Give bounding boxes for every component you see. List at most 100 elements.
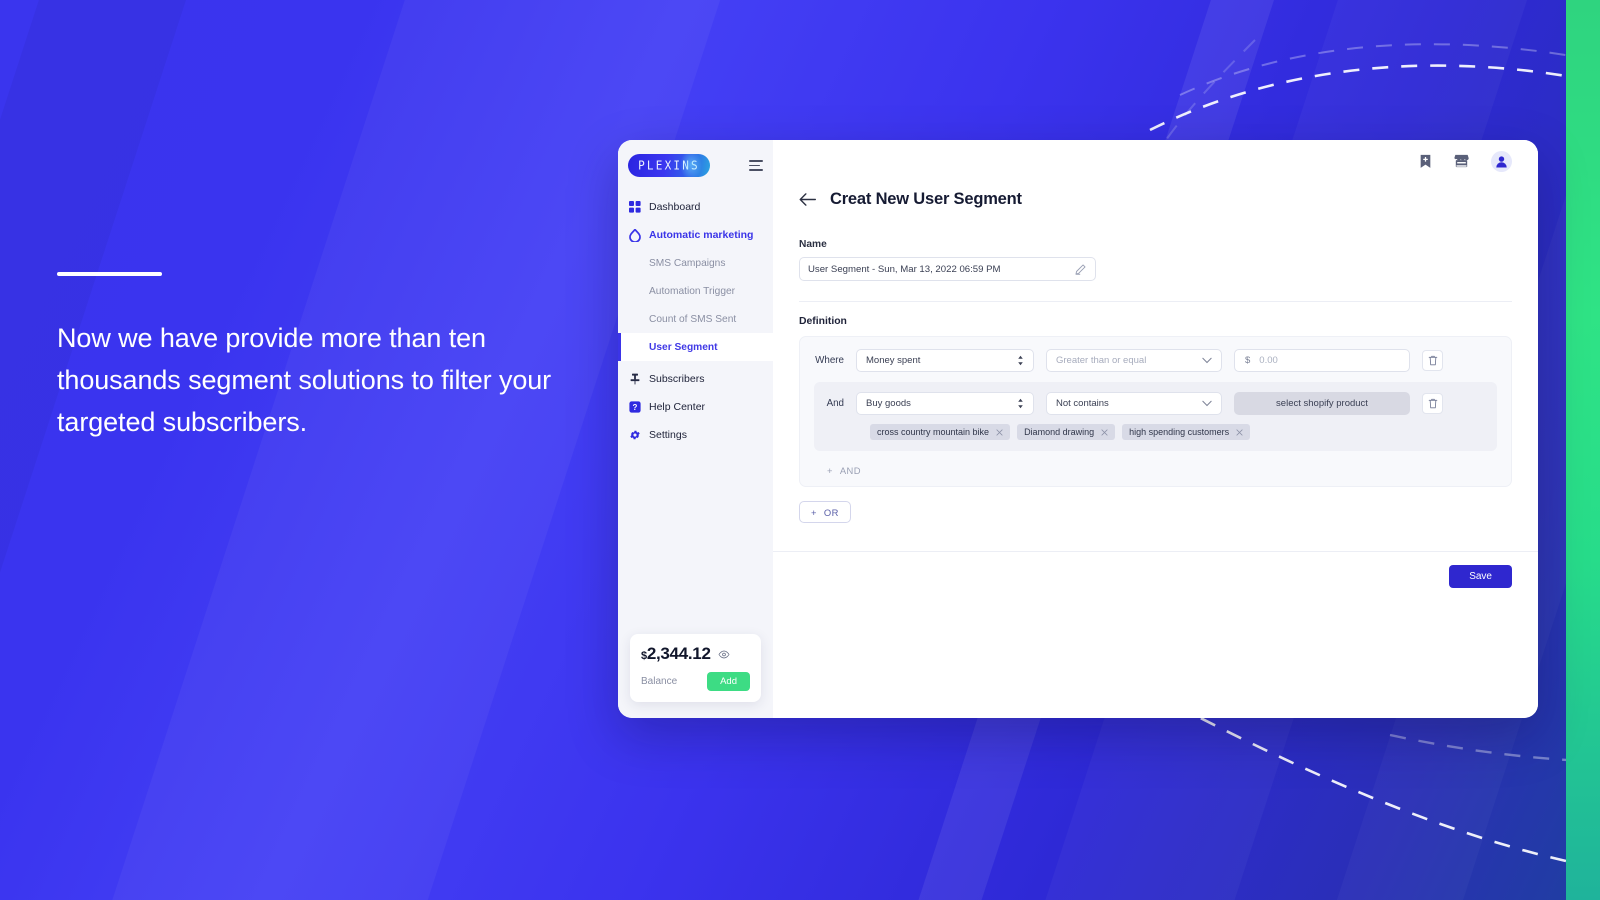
chevron-down-icon [1202, 357, 1212, 364]
sidebar-item-automatic-marketing[interactable]: Automatic marketing [618, 221, 773, 249]
bookmark-plus-icon[interactable] [1419, 154, 1432, 169]
tag-item[interactable]: Diamond drawing [1017, 424, 1116, 440]
copy-rule [57, 272, 162, 276]
selected-tags: cross country mountain bike Diamond draw… [814, 415, 1497, 440]
balance-label: Balance [641, 676, 678, 687]
operator-select-value: Greater than or equal [1056, 355, 1147, 366]
marketing-headline: Now we have provide more than ten thousa… [57, 323, 552, 437]
top-bar [773, 140, 1538, 182]
condition-row: And Buy goods Not contains select shopif… [814, 392, 1497, 415]
tag-item[interactable]: high spending customers [1122, 424, 1251, 440]
store-icon[interactable] [1454, 154, 1469, 168]
sidebar-nav: Dashboard Automatic marketing SMS Campai… [618, 193, 773, 449]
plexins-logo[interactable]: PLEXINS [628, 154, 710, 177]
balance-amount-row: $2,344.12 [641, 644, 750, 664]
sidebar-item-automation-trigger[interactable]: Automation Trigger [618, 277, 773, 305]
pin-icon [628, 373, 641, 386]
updown-caret-icon [1017, 355, 1024, 366]
page-header: Creat New User Segment [773, 182, 1538, 209]
field-select-value: Money spent [866, 355, 921, 366]
operator-select-value: Not contains [1056, 398, 1109, 409]
gear-icon [628, 429, 641, 442]
sidebar-item-subscribers[interactable]: Subscribers [618, 365, 773, 393]
sidebar-item-user-segment[interactable]: User Segment [618, 333, 773, 361]
app-window: PLEXINS Dashboard Automatic marketing SM… [618, 140, 1538, 718]
chevron-down-icon [1202, 400, 1212, 407]
marketing-copy: Now we have provide more than ten thousa… [57, 272, 617, 444]
definition-section: Definition Where Money spent Greater tha… [773, 302, 1538, 523]
balance-card: $2,344.12 Balance Add [630, 634, 761, 702]
field-select[interactable]: Money spent [856, 349, 1034, 372]
balance-value: 2,344.12 [646, 644, 711, 663]
condition-connector: And [826, 398, 844, 409]
sidebar-item-label: User Segment [649, 341, 718, 353]
sidebar-item-label: SMS Campaigns [649, 257, 726, 269]
close-icon[interactable] [1101, 428, 1108, 436]
drop-icon [628, 228, 641, 242]
select-shopify-product-button[interactable]: select shopify product [1234, 392, 1410, 415]
trash-icon[interactable] [1422, 393, 1443, 414]
operator-select[interactable]: Not contains [1046, 392, 1222, 415]
hamburger-icon[interactable] [749, 160, 763, 171]
logo-text: PLEXINS [638, 158, 700, 173]
sidebar-item-label: Settings [649, 429, 687, 441]
pencil-icon[interactable] [1075, 263, 1087, 275]
add-and-condition-button[interactable]: + AND [814, 465, 1497, 476]
sidebar-item-label: Dashboard [649, 201, 701, 213]
condition-row: Where Money spent Greater than or equal [814, 349, 1497, 372]
trash-icon[interactable] [1422, 350, 1443, 371]
main-content: Creat New User Segment Name Definition [773, 140, 1538, 718]
question-icon: ? [628, 401, 641, 414]
condition-connector: Where [815, 355, 844, 366]
eye-icon[interactable] [718, 650, 730, 659]
sidebar-item-label: Automatic marketing [649, 229, 754, 241]
name-label: Name [799, 239, 827, 250]
field-select[interactable]: Buy goods [856, 392, 1034, 415]
condition-group: Where Money spent Greater than or equal [799, 336, 1512, 487]
sidebar-header: PLEXINS [618, 140, 773, 181]
green-accent-bar [1566, 0, 1600, 900]
plus-icon: + [811, 506, 817, 518]
sidebar-item-dashboard[interactable]: Dashboard [618, 193, 773, 221]
screenshot-root: Now we have provide more than ten thousa… [0, 0, 1600, 900]
sidebar-item-settings[interactable]: Settings [618, 421, 773, 449]
sidebar: PLEXINS Dashboard Automatic marketing SM… [618, 140, 773, 718]
grid-icon [628, 201, 641, 214]
balance-label-row: Balance Add [641, 672, 750, 691]
sidebar-item-sms-campaigns[interactable]: SMS Campaigns [618, 249, 773, 277]
add-and-label: AND [839, 465, 861, 476]
sidebar-item-label: Count of SMS Sent [649, 313, 737, 325]
field-select-value: Buy goods [866, 398, 911, 409]
add-balance-button[interactable]: Add [707, 672, 750, 691]
svg-text:?: ? [632, 403, 637, 412]
money-input[interactable]: $ 0.00 [1234, 349, 1410, 372]
tag-label: Diamond drawing [1024, 427, 1095, 437]
close-icon[interactable] [996, 428, 1003, 436]
segment-name-field[interactable] [808, 263, 1075, 275]
tag-item[interactable]: cross country mountain bike [870, 424, 1011, 440]
sidebar-item-label: Automation Trigger [649, 285, 736, 297]
plus-icon: + [827, 465, 833, 476]
balance-amount: $2,344.12 [641, 644, 711, 664]
sidebar-item-help-center[interactable]: ? Help Center [618, 393, 773, 421]
user-avatar-icon[interactable] [1491, 150, 1512, 172]
name-section: Name [773, 209, 1538, 281]
money-value: 0.00 [1259, 355, 1278, 366]
definition-label: Definition [799, 316, 847, 327]
balance-section: $2,344.12 Balance Add [618, 624, 773, 718]
sidebar-item-label: Help Center [649, 401, 706, 413]
tag-label: cross country mountain bike [877, 427, 990, 437]
sidebar-item-label: Subscribers [649, 373, 705, 385]
add-or-label: OR [823, 506, 839, 518]
segment-name-input[interactable] [799, 257, 1096, 281]
condition-subgroup: And Buy goods Not contains select shopif… [814, 382, 1497, 451]
save-button[interactable]: Save [1449, 565, 1512, 588]
operator-select[interactable]: Greater than or equal [1046, 349, 1222, 372]
updown-caret-icon [1017, 398, 1024, 409]
arrow-left-icon[interactable] [799, 193, 816, 206]
sidebar-item-count-of-sms-sent[interactable]: Count of SMS Sent [618, 305, 773, 333]
add-or-group-button[interactable]: + OR [799, 501, 851, 523]
close-icon[interactable] [1236, 428, 1243, 436]
tag-label: high spending customers [1129, 427, 1230, 437]
page-title: Creat New User Segment [830, 190, 1022, 208]
